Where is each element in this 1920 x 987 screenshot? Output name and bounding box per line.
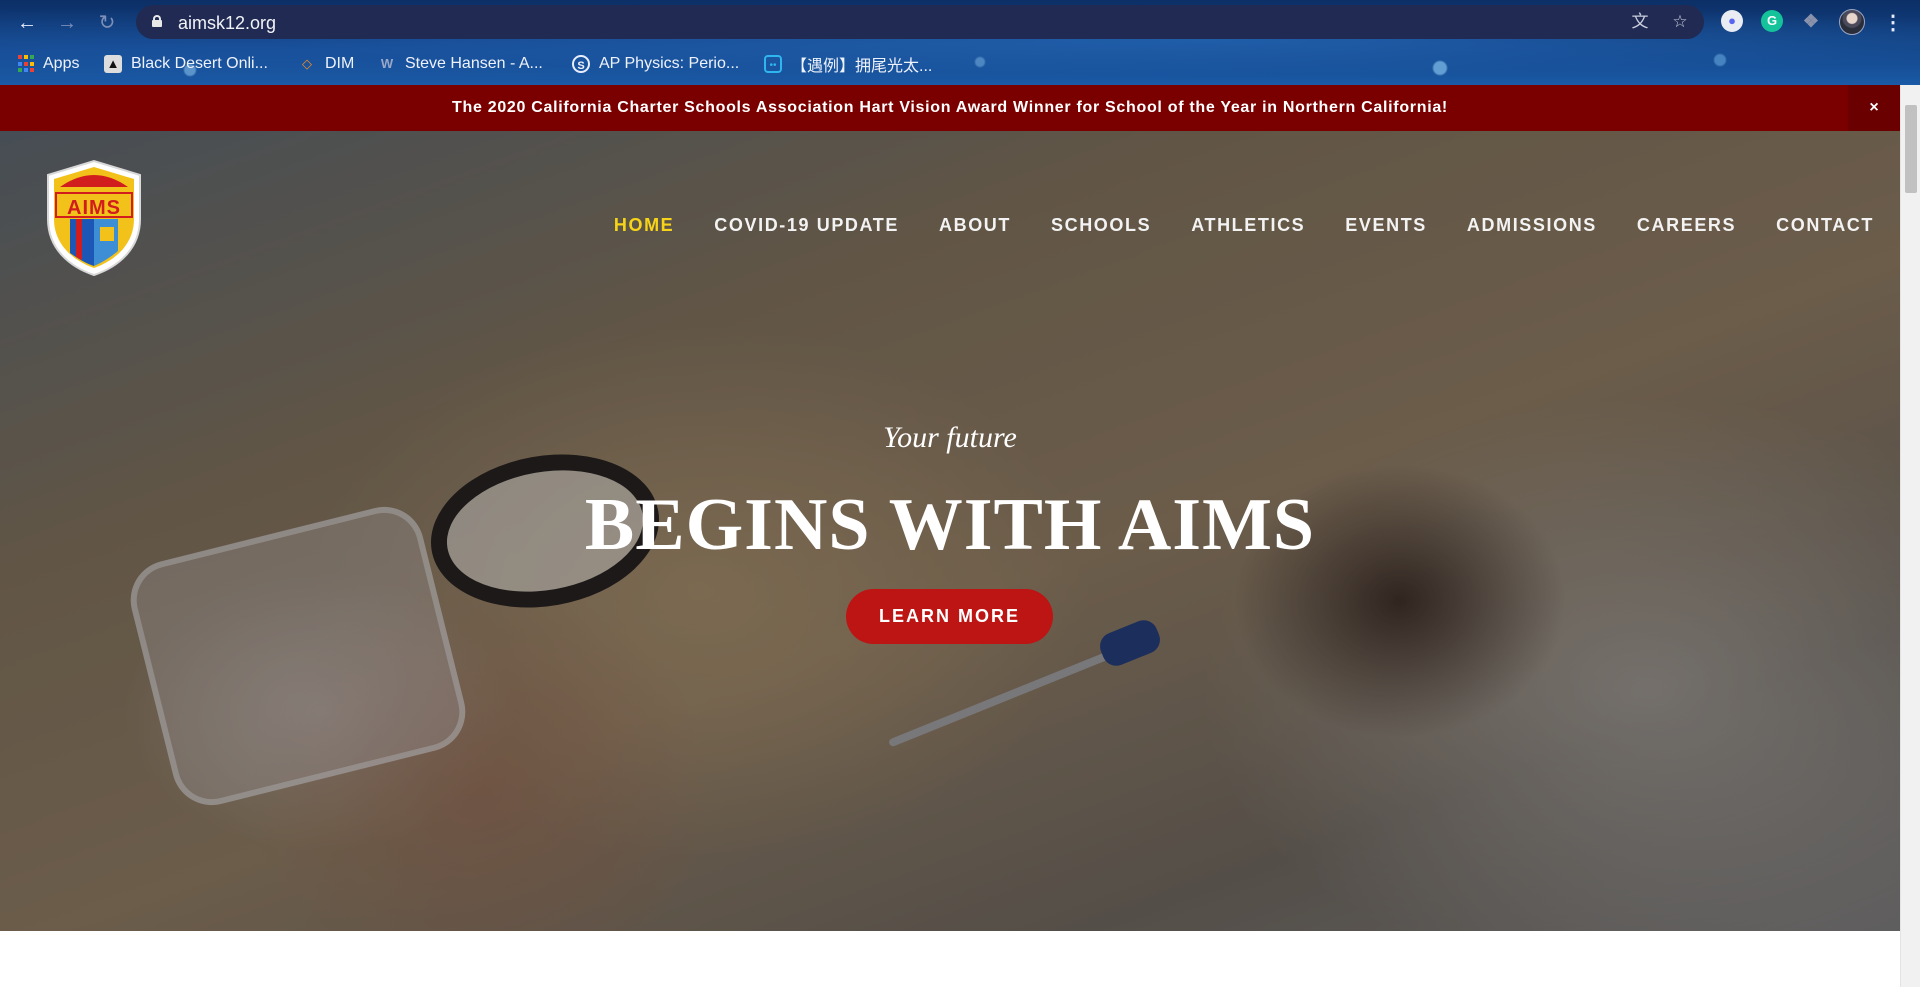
logo-text: AIMS [67,197,121,219]
hero-section: AIMS HOME COVID-19 UPDATE ABOUT SCHOOLS … [0,131,1900,931]
back-arrow-icon[interactable]: ← [14,10,40,36]
nav-home[interactable]: HOME [614,215,674,236]
bookmark-ap-physics[interactable]: S AP Physics: Perio... [572,53,739,75]
schoology-icon: S [572,55,590,73]
apps-grid-icon [18,55,34,73]
url-text[interactable]: aimsk12.org [178,13,276,34]
nav-athletics[interactable]: ATHLETICS [1191,215,1305,236]
extensions-puzzle-icon[interactable]: ❖ [1800,10,1822,32]
banner-close-button[interactable]: × [1848,85,1900,131]
bilibili-icon: •• [764,55,782,73]
bookmark-black-desert[interactable]: ▲ Black Desert Onli... [104,53,268,75]
bookmarks-bar: Apps ▲ Black Desert Onli... ◇ DIM W Stev… [0,49,1920,77]
nav-events[interactable]: EVENTS [1345,215,1427,236]
discord-icon[interactable]: ● [1721,10,1743,32]
learn-more-button[interactable]: LEARN MORE [846,589,1053,644]
page-scrollbar[interactable] [1900,85,1920,987]
nav-covid-19-update[interactable]: COVID-19 UPDATE [714,215,899,236]
bookmark-star-icon[interactable]: ☆ [1668,10,1692,34]
hero-kicker: Your future [883,421,1017,454]
grammarly-icon[interactable]: G [1761,10,1783,32]
nav-contact[interactable]: CONTACT [1776,215,1874,236]
wordpress-icon: W [380,56,394,71]
browser-chrome: ← → ↻ aimsk12.org 文 ☆ ● G ❖ ⋮ Apps ▲ Bla… [0,0,1920,85]
translate-icon[interactable]: 文 [1628,10,1652,34]
announcement-banner: The 2020 California Charter Schools Asso… [0,85,1900,131]
bookmark-apps[interactable]: Apps [18,53,79,75]
nav-schools[interactable]: SCHOOLS [1051,215,1151,236]
bookmark-bilibili[interactable]: •• 【遇例】拥尾光太... [764,53,932,75]
profile-avatar[interactable] [1839,9,1865,35]
menu-kebab-icon[interactable]: ⋮ [1883,10,1903,35]
bookmark-dim[interactable]: ◇ DIM [298,53,354,75]
address-bar[interactable]: aimsk12.org 文 ☆ [136,5,1704,39]
nav-about[interactable]: ABOUT [939,215,1011,236]
forward-arrow-icon[interactable]: → [54,10,80,36]
nav-admissions[interactable]: ADMISSIONS [1467,215,1597,236]
reload-icon[interactable]: ↻ [94,10,120,36]
bookmark-steve-hansen[interactable]: W Steve Hansen - A... [378,53,543,75]
hero-title: BEGINS WITH AIMS [584,484,1316,566]
nav-careers[interactable]: CAREERS [1637,215,1736,236]
main-navigation: HOME COVID-19 UPDATE ABOUT SCHOOLS ATHLE… [614,215,1874,236]
dim-icon: ◇ [302,56,312,71]
web-page: The 2020 California Charter Schools Asso… [0,85,1900,987]
black-desert-icon: ▲ [104,55,122,73]
announcement-text: The 2020 California Charter Schools Asso… [452,99,1448,116]
scrollbar-thumb[interactable] [1905,105,1917,193]
lock-icon[interactable] [152,15,162,27]
